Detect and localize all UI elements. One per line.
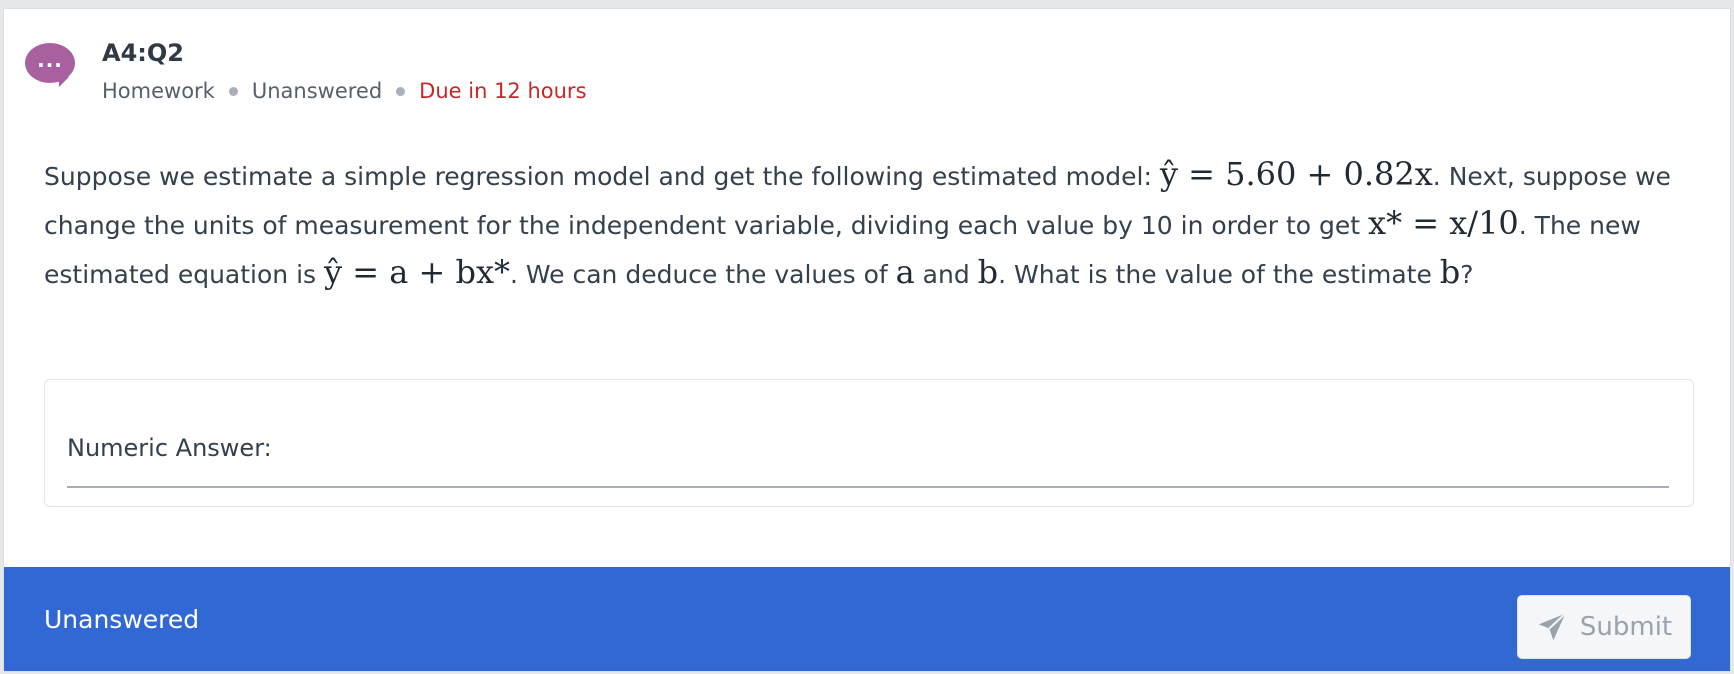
question-text-part: . We can deduce the values of (510, 260, 896, 289)
math-expression: b (977, 253, 999, 291)
paper-plane-icon (1538, 612, 1566, 641)
speech-bubble-icon: ... (25, 43, 75, 87)
avatar-dots: ... (37, 48, 63, 72)
separator-dot (396, 86, 406, 96)
submit-button[interactable]: Submit (1517, 595, 1691, 659)
math-expression: ŷ = 5.60 + 0.82x (1159, 155, 1433, 193)
submit-label: Submit (1579, 612, 1673, 642)
separator-dot (228, 86, 238, 96)
numeric-answer-label: Numeric Answer: (67, 434, 272, 462)
question-header: ... A4:Q2 Homework Unanswered Due in 12 … (4, 9, 1730, 109)
question-text-part: and (914, 260, 978, 289)
question-meta: Homework Unanswered Due in 12 hours (102, 79, 587, 103)
footer-status: Unanswered (44, 605, 200, 634)
question-card: ... A4:Q2 Homework Unanswered Due in 12 … (3, 8, 1731, 672)
math-expression: a (895, 253, 915, 291)
question-text-part: ? (1460, 260, 1474, 289)
question-type: Homework (102, 79, 215, 103)
submission-footer: Unanswered Submit (4, 567, 1730, 671)
math-expression: b (1439, 253, 1461, 291)
question-title: A4:Q2 (102, 39, 184, 67)
question-text-part: Suppose we estimate a simple regression … (44, 162, 1160, 191)
math-expression: ŷ = a + bx* (324, 253, 510, 291)
due-date: Due in 12 hours (419, 79, 587, 103)
answer-box: Numeric Answer: (44, 379, 1694, 507)
numeric-answer-input[interactable] (67, 468, 1669, 488)
answer-status: Unanswered (251, 79, 383, 103)
question-text: Suppose we estimate a simple regression … (44, 151, 1694, 298)
question-text-part: . What is the value of the estimate (998, 260, 1440, 289)
math-expression: x* = x/10 (1368, 204, 1519, 242)
